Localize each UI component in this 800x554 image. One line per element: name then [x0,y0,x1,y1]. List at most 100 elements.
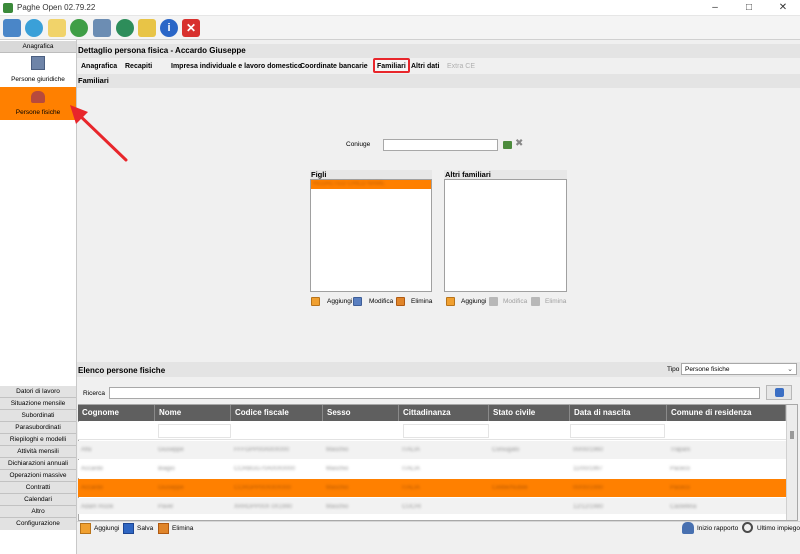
save-icon[interactable] [123,523,134,534]
figli-header: Figli [310,170,432,179]
home-icon[interactable] [3,19,21,37]
delete-figlio-icon[interactable] [396,297,405,306]
nav-dichiarazioni-annuali[interactable]: Dichiarazioni annuali [0,458,76,470]
tab-anagrafica[interactable]: Anagrafica [81,61,117,72]
cell-cognome: Accardo [81,466,104,472]
close-red-icon[interactable]: ✕ [182,19,200,37]
nav-datori-di-lavoro[interactable]: Datori di lavoro [0,386,76,398]
delete-button[interactable]: Elimina [172,525,193,532]
broom-icon [775,388,784,397]
edit-figlio-icon[interactable] [353,297,362,306]
nav-situazione-mensile[interactable]: Situazione mensile [0,398,76,410]
folder-icon[interactable] [138,19,156,37]
close-window-button[interactable]: ✕ [766,0,800,16]
filter-cell[interactable] [158,424,231,438]
add-altro-familiare-button[interactable]: Aggiungi [461,298,486,305]
elenco-title: Elenco persone fisiche [78,366,166,375]
tipo-select[interactable]: Persone fisiche ⌄ [681,363,797,375]
add-figlio-icon[interactable] [311,297,320,306]
table-row[interactable]: Adam Rozik Pavel XRRDPP00X 0X1990 Maschi… [78,498,786,514]
add-icon[interactable] [80,523,91,534]
edit-coniuge-icon[interactable] [503,141,512,149]
col-nome[interactable]: Nome [155,405,231,421]
minimize-button[interactable]: – [698,0,732,16]
magnifier-icon[interactable] [742,522,753,533]
nav-altro[interactable]: Altro [0,506,76,518]
cell-cittadinanza: CUCHI [402,504,421,510]
nav-parasubordinati[interactable]: Parasubordinati [0,422,76,434]
col-data-di-nascita[interactable]: Data di nascita [570,405,667,421]
delete-figlio-button[interactable]: Elimina [411,298,432,305]
tab-coordinate-bancarie[interactable]: Coordinate bancarie [300,61,368,72]
notepad-icon[interactable] [48,19,66,37]
window-title: Paghe Open 02.79.22 [17,3,96,12]
tab-impresa-individuale[interactable]: Impresa individuale e lavoro domestico [171,61,302,72]
nav-configurazione[interactable]: Configurazione [0,518,76,530]
nav-attivita-mensili[interactable]: Attività mensili [0,446,76,458]
filter-cell[interactable] [570,424,665,438]
grid-scrollbar[interactable] [786,405,797,520]
table-row-selected[interactable]: Accardo Giuseppe CCRGPP00X00X000 Maschio… [78,479,786,497]
figli-list[interactable]: REDACTED CHILD NAME [310,179,432,292]
nav-subordinati[interactable]: Subordinati [0,410,76,422]
nav-calendari[interactable]: Calendari [0,494,76,506]
ricerca-input[interactable] [109,387,760,399]
table-row[interactable]: Alfa Giuseppe FFFGPP00A00X000 Maschio IT… [78,441,786,459]
col-sesso[interactable]: Sesso [323,405,399,421]
tipo-label: Tipo [667,366,680,373]
tab-extra-ce: Extra CE [447,63,476,70]
sidebar-item-persone-giuridiche[interactable]: Persone giuridiche [0,54,76,86]
annotation-arrow [70,105,128,162]
inizio-rapporto-button[interactable]: Inizio rapporto [697,525,738,532]
cell-nome: Giuseppe [158,447,184,453]
edit-figlio-button[interactable]: Modifica [369,298,393,305]
col-codice-fiscale[interactable]: Codice fiscale [231,405,323,421]
coniuge-field[interactable] [383,139,498,151]
edit-altro-familiare-icon [489,297,498,306]
cell-stato-civile [489,498,570,514]
figli-list-item[interactable]: REDACTED CHILD NAME [311,180,431,189]
nav-contratti[interactable]: Contratti [0,482,76,494]
sidebar-header[interactable]: Anagrafica [0,41,76,53]
scrollbar-thumb[interactable] [790,431,794,439]
filter-cell[interactable] [403,424,489,438]
help-globe-icon[interactable] [70,19,88,37]
people-start-icon[interactable] [682,522,694,534]
tab-familiari[interactable]: Familiari [373,58,410,73]
edit-altro-familiare-button: Modifica [503,298,528,305]
search-clear-button[interactable] [766,385,792,400]
add-button[interactable]: Aggiungi [94,525,119,532]
tab-recapiti[interactable]: Recapiti [125,61,152,72]
altri-familiari-header: Altri familiari [444,170,567,179]
filter-row[interactable] [78,422,786,440]
delete-altro-familiare-button: Elimina [545,298,567,305]
col-comune-di-residenza[interactable]: Comune di residenza [667,405,786,421]
cell-data-di-nascita: 12/12/1980 [573,504,604,510]
delete-altro-familiare-icon [531,297,540,306]
cell-comune-di-residenza: Paceco [670,485,691,491]
maximize-button[interactable]: □ [732,0,766,16]
ultimo-impiego-button[interactable]: Ultimo impiego [757,525,800,532]
tab-altri-dati[interactable]: Altri dati [411,61,439,72]
globe-icon[interactable] [25,19,43,37]
delete-icon[interactable] [158,523,169,534]
table-row[interactable]: Accardo Biagio CCRBGG70A00X0000 Maschio … [78,460,786,478]
cell-nome: Pavel [158,504,174,510]
add-altro-familiare-icon[interactable] [446,297,455,306]
cell-cognome: Alfa [81,447,92,453]
tipo-select-value: Persone fisiche [685,366,730,373]
save-button[interactable]: Salva [137,525,153,532]
add-figlio-button[interactable]: Aggiungi [327,298,352,305]
network-icon[interactable] [93,19,111,37]
col-cognome[interactable]: Cognome [78,405,155,421]
col-stato-civile[interactable]: Stato civile [489,405,570,421]
altri-familiari-list[interactable] [444,179,567,292]
info-icon[interactable]: i [160,19,178,37]
col-cittadinanza[interactable]: Cittadinanza [399,405,489,421]
figli-item-text: REDACTED CHILD NAME [313,181,385,187]
refresh-icon[interactable] [116,19,134,37]
cell-cognome: Adam Rozik [81,504,114,510]
nav-riepiloghi-e-modelli[interactable]: Riepiloghi e modelli [0,434,76,446]
clear-coniuge-icon[interactable]: ✖ [515,139,523,149]
nav-operazioni-massive[interactable]: Operazioni massive [0,470,76,482]
